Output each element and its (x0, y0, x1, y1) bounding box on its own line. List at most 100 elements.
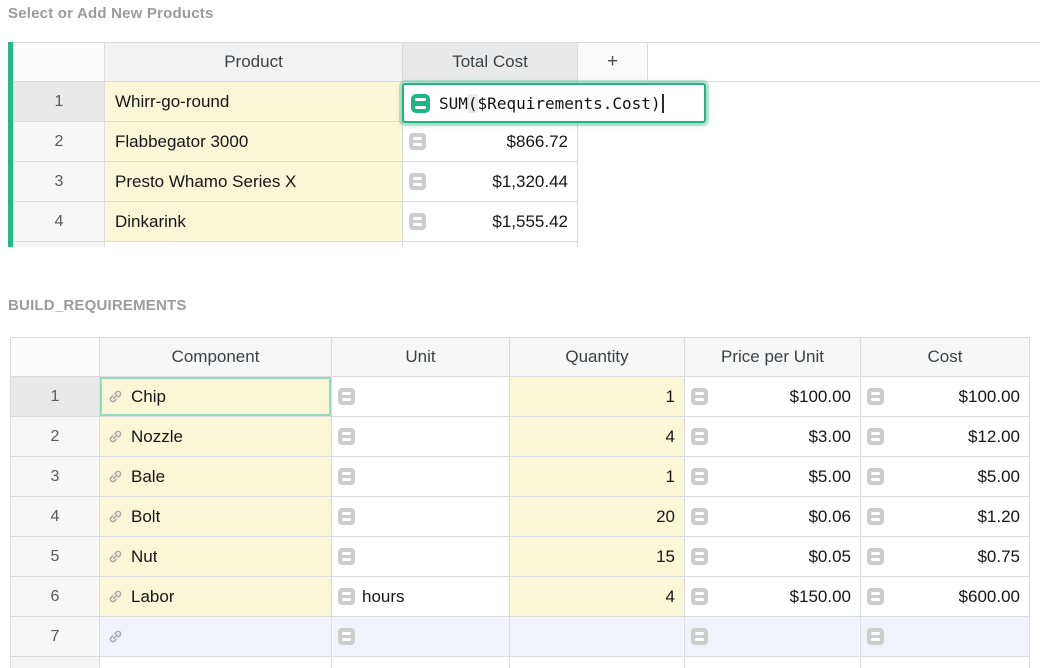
row-number[interactable]: 1 (13, 82, 105, 122)
link-icon (107, 548, 124, 565)
row-number[interactable]: 1 (10, 377, 100, 417)
total-cost-cell[interactable]: $866.72 (403, 122, 578, 162)
row-number[interactable]: 7 (10, 617, 100, 657)
cost-cell[interactable]: $100.00 (861, 377, 1030, 417)
corner-cell[interactable] (13, 42, 105, 82)
row-number[interactable] (13, 242, 105, 247)
formula-icon (409, 133, 426, 150)
formula-icon (338, 468, 355, 485)
formula-icon (338, 548, 355, 565)
total-cost-cell[interactable]: $1,555.42 (403, 202, 578, 242)
price-per-unit-cell[interactable]: $3.00 (685, 417, 861, 457)
column-header-component[interactable]: Component (100, 337, 332, 377)
cost-cell[interactable]: $0.75 (861, 537, 1030, 577)
add-column-button[interactable]: + (578, 42, 648, 82)
unit-cell[interactable] (332, 417, 510, 457)
product-cell[interactable]: Presto Whamo Series X (105, 162, 403, 202)
quantity-cell[interactable]: 4 (510, 577, 685, 617)
cost-cell[interactable] (861, 617, 1030, 657)
component-cell[interactable]: Bale (100, 457, 332, 497)
cost-cell[interactable]: $12.00 (861, 417, 1030, 457)
quantity-cell[interactable] (510, 657, 685, 668)
cost-cell[interactable] (861, 657, 1030, 668)
row-number[interactable]: 5 (10, 537, 100, 577)
price-per-unit-cell[interactable]: $100.00 (685, 377, 861, 417)
component-cell[interactable]: Chip (100, 377, 332, 417)
price-per-unit-value: $5.00 (808, 467, 851, 487)
table-row: 6Laborhours4$150.00$600.00 (10, 577, 1030, 617)
component-cell[interactable] (100, 617, 332, 657)
price-per-unit-cell[interactable]: $0.05 (685, 537, 861, 577)
requirements-table: Component Unit Quantity Price per Unit C… (10, 337, 1030, 668)
row-number[interactable]: 4 (10, 497, 100, 537)
product-cell[interactable]: Flabbegator 3000 (105, 122, 403, 162)
product-cell[interactable]: Dinkarink (105, 202, 403, 242)
unit-cell[interactable]: hours (332, 577, 510, 617)
price-per-unit-cell[interactable]: $0.06 (685, 497, 861, 537)
unit-cell[interactable] (332, 537, 510, 577)
price-per-unit-value: $3.00 (808, 427, 851, 447)
component-cell[interactable]: Nozzle (100, 417, 332, 457)
quantity-cell[interactable] (510, 617, 685, 657)
quantity-cell[interactable]: 4 (510, 417, 685, 457)
table-row: 3 Bale 1 $5.00 $5.00 (10, 457, 1030, 497)
row-number[interactable]: 6 (10, 577, 100, 617)
formula-icon (338, 508, 355, 525)
product-cell[interactable] (105, 242, 403, 247)
formula-icon (691, 388, 708, 405)
cost-cell[interactable]: $1.20 (861, 497, 1030, 537)
row-number[interactable]: 2 (10, 417, 100, 457)
column-header-price-per-unit[interactable]: Price per Unit (685, 337, 861, 377)
price-per-unit-cell[interactable]: $150.00 (685, 577, 861, 617)
quantity-cell[interactable]: 15 (510, 537, 685, 577)
formula-icon (867, 388, 884, 405)
link-icon (107, 588, 124, 605)
quantity-cell[interactable]: 20 (510, 497, 685, 537)
corner-cell[interactable] (10, 337, 100, 377)
column-header-quantity[interactable]: Quantity (510, 337, 685, 377)
formula-text[interactable]: SUM($Requirements.Cost) (439, 94, 661, 113)
column-header-unit[interactable]: Unit (332, 337, 510, 377)
active-table-indicator (8, 42, 13, 247)
price-per-unit-cell[interactable] (685, 617, 861, 657)
row-number[interactable]: 3 (13, 162, 105, 202)
formula-icon (691, 508, 708, 525)
row-number[interactable]: 2 (13, 122, 105, 162)
row-number[interactable] (10, 657, 100, 668)
price-per-unit-cell[interactable] (685, 657, 861, 668)
component-cell[interactable]: Nut (100, 537, 332, 577)
formula-editor[interactable]: SUM($Requirements.Cost) (402, 83, 706, 123)
column-header-total-cost[interactable]: Total Cost (403, 42, 578, 82)
component-cell[interactable]: Bolt (100, 497, 332, 537)
component-name: Nut (131, 547, 157, 567)
formula-icon (338, 628, 355, 645)
total-cost-cell[interactable] (403, 242, 578, 247)
component-cell[interactable] (100, 657, 332, 668)
total-cost-cell[interactable]: $1,320.44 (403, 162, 578, 202)
row-number[interactable]: 3 (10, 457, 100, 497)
cost-value: $100.00 (959, 387, 1020, 407)
price-per-unit-value: $100.00 (790, 387, 851, 407)
cost-cell[interactable]: $5.00 (861, 457, 1030, 497)
unit-cell[interactable] (332, 657, 510, 668)
quantity-cell[interactable]: 1 (510, 457, 685, 497)
table-row: 4Bolt 20$0.06$1.20 (10, 497, 1030, 537)
formula-icon (411, 94, 430, 113)
link-icon (107, 468, 124, 485)
products-header-row: Product Total Cost + (13, 42, 1040, 82)
requirements-header-row: Component Unit Quantity Price per Unit C… (10, 337, 1030, 377)
cost-cell[interactable]: $600.00 (861, 577, 1030, 617)
total-cost-value: $866.72 (507, 132, 568, 152)
column-header-product[interactable]: Product (105, 42, 403, 82)
column-header-cost[interactable]: Cost (861, 337, 1030, 377)
unit-cell[interactable] (332, 457, 510, 497)
component-cell[interactable]: Labor (100, 577, 332, 617)
product-cell[interactable]: Whirr-go-round (105, 82, 403, 122)
price-per-unit-cell[interactable]: $5.00 (685, 457, 861, 497)
unit-cell[interactable] (332, 377, 510, 417)
unit-cell[interactable] (332, 617, 510, 657)
component-name: Bale (131, 467, 165, 487)
row-number[interactable]: 4 (13, 202, 105, 242)
quantity-cell[interactable]: 1 (510, 377, 685, 417)
unit-cell[interactable] (332, 497, 510, 537)
